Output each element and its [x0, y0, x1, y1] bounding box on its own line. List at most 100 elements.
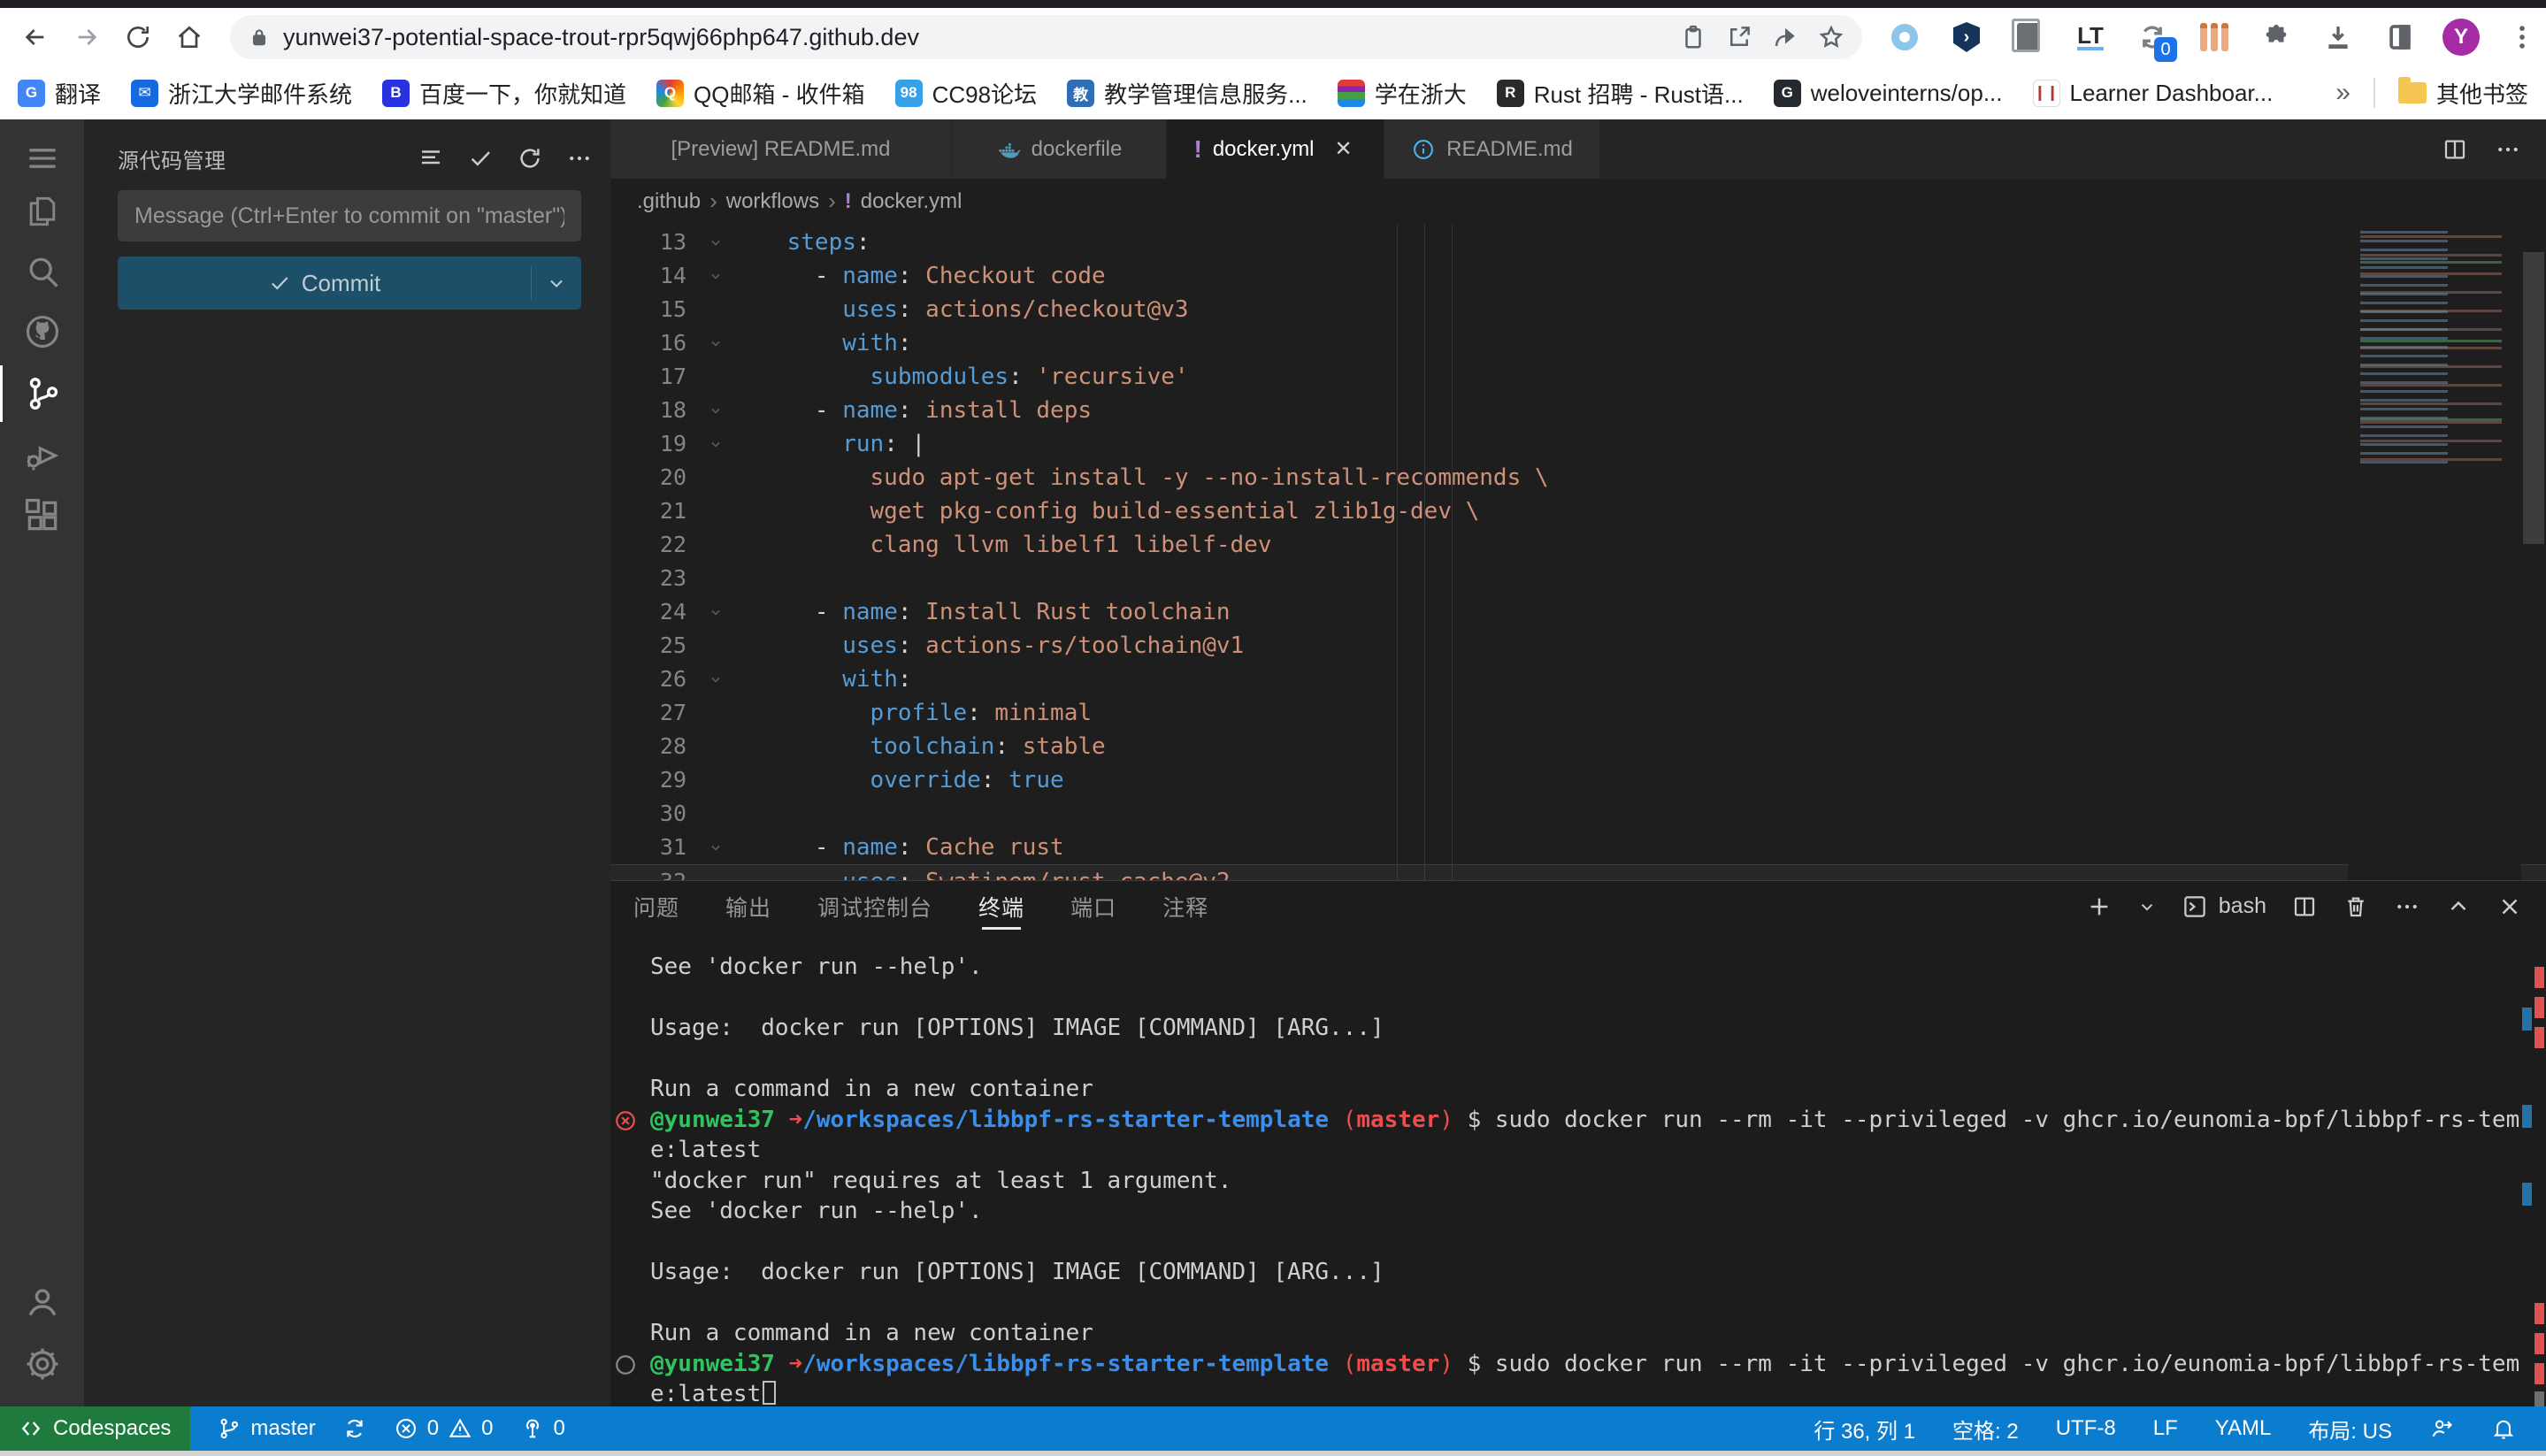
- languagetool-icon[interactable]: LT: [2071, 18, 2110, 57]
- remote-indicator[interactable]: Codespaces: [0, 1406, 190, 1451]
- keyboard-layout[interactable]: 布局: US: [2308, 1414, 2392, 1445]
- bookmark-item[interactable]: Gweloveinterns/op...: [1774, 80, 2003, 107]
- code-line-28[interactable]: 28 toolchain: stable: [610, 730, 2546, 763]
- url-text[interactable]: yunwei37-potential-space-trout-rpr5qwj66…: [283, 24, 1666, 51]
- panel-tab-问题[interactable]: 问题: [633, 881, 679, 931]
- code-line-19[interactable]: 19 run: |: [610, 427, 2546, 461]
- code-line-31[interactable]: 31 - name: Cache rust: [610, 831, 2546, 864]
- ports-indicator[interactable]: 0: [520, 1416, 565, 1441]
- panel-more-icon[interactable]: [2394, 893, 2420, 920]
- panel-tab-输出[interactable]: 输出: [725, 881, 771, 931]
- code-line-16[interactable]: 16 with:: [610, 326, 2546, 360]
- feedback-icon[interactable]: [2429, 1416, 2454, 1441]
- side-panel-icon[interactable]: [2381, 18, 2419, 57]
- notifications-bell-icon[interactable]: [2491, 1416, 2516, 1441]
- code-line-26[interactable]: 26 with:: [610, 663, 2546, 696]
- commit-message-input[interactable]: [118, 190, 581, 241]
- panel-tab-调试控制台[interactable]: 调试控制台: [817, 881, 932, 931]
- code-line-29[interactable]: 29 override: true: [610, 763, 2546, 797]
- breadcrumb-folder[interactable]: workflows: [726, 189, 819, 214]
- commit-check-icon[interactable]: [467, 145, 494, 172]
- account-icon[interactable]: [0, 1274, 84, 1330]
- panel-tab-端口[interactable]: 端口: [1070, 881, 1116, 931]
- editor-more-icon[interactable]: [2495, 136, 2521, 163]
- run-debug-icon[interactable]: [0, 427, 84, 484]
- bookmark-star-icon[interactable]: [1813, 19, 1850, 56]
- bookmark-item[interactable]: 学在浙大: [1338, 77, 1467, 110]
- code-line-20[interactable]: 20 sudo apt-get install -y --no-install-…: [610, 461, 2546, 494]
- explorer-icon[interactable]: [0, 183, 84, 240]
- fold-chevron-icon[interactable]: [699, 226, 732, 259]
- fold-chevron-icon[interactable]: [699, 663, 732, 696]
- problems-indicator[interactable]: 0 0: [394, 1416, 494, 1441]
- other-bookmarks-label[interactable]: 其他书签: [2436, 77, 2528, 110]
- code-line-24[interactable]: 24 - name: Install Rust toolchain: [610, 595, 2546, 629]
- extensions-icon[interactable]: [0, 487, 84, 544]
- home-icon[interactable]: [170, 18, 209, 57]
- close-tab-icon[interactable]: ✕: [1331, 136, 1357, 162]
- bookmark-item[interactable]: RRust 招聘 - Rust语...: [1497, 77, 1744, 110]
- extension-shield-icon[interactable]: ›: [1947, 18, 1986, 57]
- fold-chevron-icon[interactable]: [699, 394, 732, 427]
- editor-scrollbar-slider[interactable]: [2523, 252, 2544, 544]
- puzzle-extensions-icon[interactable]: [2257, 18, 2296, 57]
- commit-dropdown-chevron-icon[interactable]: [532, 272, 581, 294]
- code-line-25[interactable]: 25 uses: actions-rs/toolchain@v1: [610, 629, 2546, 663]
- bookmarks-overflow-chevrons[interactable]: »: [2335, 78, 2350, 108]
- branch-indicator[interactable]: master: [217, 1416, 315, 1441]
- tab-dockerfile[interactable]: dockerfile: [952, 119, 1167, 179]
- encoding[interactable]: UTF-8: [2056, 1416, 2116, 1441]
- bookmark-item[interactable]: ✉浙江大学邮件系统: [131, 77, 352, 110]
- bookmark-item[interactable]: G翻译: [18, 77, 101, 110]
- breadcrumb-folder[interactable]: .github: [637, 189, 701, 214]
- code-line-30[interactable]: 30: [610, 797, 2546, 831]
- cursor-position[interactable]: 行 36, 列 1: [1814, 1414, 1915, 1445]
- terminal-output[interactable]: See 'docker run --help'.Usage: docker ru…: [610, 931, 2521, 1406]
- extension-notes-icon[interactable]: [2009, 18, 2048, 57]
- search-icon[interactable]: [0, 243, 84, 300]
- terminal-launch-chevron-icon[interactable]: [2137, 897, 2157, 916]
- code-line-13[interactable]: 13 steps:: [610, 226, 2546, 259]
- breadcrumb-file[interactable]: docker.yml: [861, 189, 962, 214]
- address-bar[interactable]: yunwei37-potential-space-trout-rpr5qwj66…: [230, 15, 1862, 59]
- bookmark-item[interactable]: 98CC98论坛: [895, 77, 1037, 110]
- fold-chevron-icon[interactable]: [699, 427, 732, 461]
- more-actions-icon[interactable]: [566, 145, 593, 172]
- sync-status-icon[interactable]: [342, 1416, 367, 1441]
- maximize-panel-chevron-icon[interactable]: [2445, 893, 2472, 920]
- back-icon[interactable]: [16, 18, 55, 57]
- bookmark-item[interactable]: ❙❙Learner Dashboar...: [2033, 80, 2274, 107]
- source-control-icon[interactable]: [0, 365, 84, 422]
- tab-docker.yml[interactable]: !docker.yml✕: [1167, 119, 1384, 179]
- breadcrumb[interactable]: .github › workflows › ! docker.yml: [610, 179, 2546, 224]
- open-in-new-icon[interactable]: [1721, 19, 1758, 56]
- browser-tab-strip[interactable]: [0, 0, 2546, 8]
- indentation[interactable]: 空格: 2: [1952, 1414, 2019, 1445]
- split-editor-icon[interactable]: [2442, 136, 2468, 163]
- code-line-32[interactable]: 32 uses: Swatinem/rust-cache@v2: [610, 864, 2546, 880]
- code-line-17[interactable]: 17 submodules: 'recursive': [610, 360, 2546, 394]
- commit-button-main[interactable]: Commit: [118, 270, 531, 297]
- browser-avatar[interactable]: Y: [2442, 19, 2480, 56]
- downloads-icon[interactable]: [2319, 18, 2358, 57]
- minimap[interactable]: [2348, 224, 2521, 880]
- refresh-icon[interactable]: [517, 145, 543, 172]
- reload-icon[interactable]: [119, 18, 157, 57]
- fold-chevron-icon[interactable]: [699, 259, 732, 293]
- clipboard-icon[interactable]: [1675, 19, 1712, 56]
- code-line-27[interactable]: 27 profile: minimal: [610, 696, 2546, 730]
- fold-chevron-icon[interactable]: [699, 831, 732, 864]
- extension-ring-icon[interactable]: [1885, 18, 1924, 57]
- sync-extension-icon[interactable]: 0: [2133, 18, 2172, 57]
- editor-scrollbar[interactable]: [2521, 224, 2546, 880]
- split-terminal-icon[interactable]: [2291, 893, 2318, 920]
- forward-icon[interactable]: [67, 18, 106, 57]
- code-line-18[interactable]: 18 - name: install deps: [610, 394, 2546, 427]
- panel-tab-终端[interactable]: 终端: [978, 881, 1024, 931]
- language-mode[interactable]: YAML: [2215, 1416, 2272, 1441]
- panel-tab-注释[interactable]: 注释: [1162, 881, 1208, 931]
- code-line-23[interactable]: 23: [610, 562, 2546, 595]
- bookmark-item[interactable]: 教教学管理信息服务...: [1067, 77, 1308, 110]
- bookmark-item[interactable]: B百度一下，你就知道: [382, 77, 626, 110]
- pens-extension-icon[interactable]: [2195, 18, 2234, 57]
